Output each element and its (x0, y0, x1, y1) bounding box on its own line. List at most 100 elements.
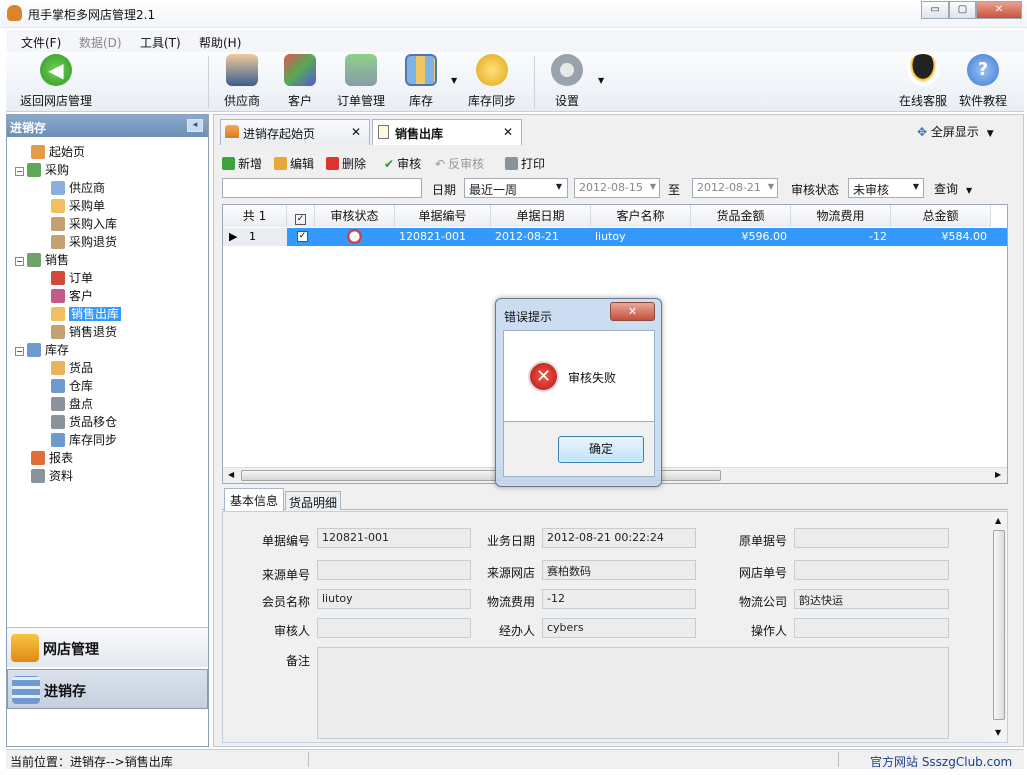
menu-tools[interactable]: 工具(T) (140, 34, 181, 51)
tab-start-page[interactable]: 进销存起始页 ✕ (220, 119, 370, 145)
grid-header-total[interactable]: 总金额 (891, 205, 991, 227)
member-field[interactable]: liutoy (317, 589, 471, 609)
docno-field[interactable]: 120821-001 (317, 528, 471, 548)
sidebar-item-data[interactable]: 资料 (31, 467, 73, 484)
logistics-field[interactable]: 韵达快运 (794, 589, 949, 609)
sidebar-item-stock[interactable]: − 库存 (15, 341, 69, 358)
sidebar-item-supplier[interactable]: 供应商 (51, 179, 105, 196)
query-button[interactable]: 查询 ▼ (934, 180, 972, 197)
sidebar-item-purchase-in[interactable]: 采购入库 (51, 215, 117, 232)
operator-field[interactable] (794, 618, 949, 638)
shopno-field[interactable] (794, 560, 949, 580)
tab-sales-out[interactable]: 销售出库 ✕ (372, 119, 522, 145)
tab-basic-info[interactable]: 基本信息 (224, 488, 284, 511)
maximize-button[interactable]: ▢ (949, 1, 976, 19)
date-to-field[interactable]: 2012-08-21 ▼ (692, 178, 778, 198)
sidebar-item-sales-out[interactable]: 销售出库 (51, 305, 122, 322)
origno-field[interactable] (794, 528, 949, 548)
freight-field[interactable]: -12 (542, 589, 696, 609)
handler-field[interactable]: cybers (542, 618, 696, 638)
stock-sync-button[interactable]: 库存同步 (464, 54, 520, 109)
remark-field[interactable] (317, 647, 949, 739)
stock-button[interactable]: 库存 (401, 54, 441, 109)
dialog-close-button[interactable]: ✕ (610, 302, 655, 321)
close-window-button[interactable]: ✕ (976, 1, 1022, 19)
grid-header-status[interactable]: 审核状态 (315, 205, 395, 227)
orders-button[interactable]: 订单管理 (334, 54, 388, 109)
grid-header-goods-amount[interactable]: 货品金额 (691, 205, 791, 227)
row-checkbox[interactable]: ✓ (297, 231, 308, 242)
sidebar-item-start[interactable]: 起始页 (31, 143, 85, 160)
date-from-field[interactable]: 2012-08-15 ▼ (574, 178, 660, 198)
sidebar-item-purchase[interactable]: − 采购 (15, 161, 69, 178)
print-button[interactable]: 打印 (505, 155, 545, 172)
close-tab-icon[interactable]: ✕ (503, 125, 513, 139)
sidebar-item-sales[interactable]: − 销售 (15, 251, 69, 268)
sidebar-item-goods-transfer[interactable]: 货品移仓 (51, 413, 117, 430)
scroll-right-icon[interactable]: ▶ (995, 470, 1001, 479)
delete-button[interactable]: 删除 (326, 155, 366, 172)
move-arrows-icon: ✥ (917, 125, 928, 139)
supplier-button[interactable]: 供应商 (220, 54, 264, 109)
stock-dropdown-arrow[interactable]: ▼ (451, 76, 457, 85)
customer-button[interactable]: 客户 (278, 54, 322, 109)
sidebar-item-customer[interactable]: 客户 (51, 287, 93, 304)
nav-shop-label: 网店管理 (43, 642, 99, 658)
edit-button[interactable]: 编辑 (274, 155, 314, 172)
sidebar-item-purchase-order[interactable]: 采购单 (51, 197, 105, 214)
tab-item-details[interactable]: 货品明细 (285, 491, 341, 510)
srcno-field[interactable] (317, 560, 471, 580)
auditor-field[interactable] (317, 618, 471, 638)
sidebar-item-warehouse[interactable]: 仓库 (51, 377, 93, 394)
scroll-up-icon[interactable]: ▲ (995, 516, 1001, 525)
menu-file[interactable]: 文件(F) (21, 34, 61, 51)
grid-header-docno[interactable]: 单据编号 (395, 205, 491, 227)
srcshop-field[interactable]: 赛柏数码 (542, 560, 696, 580)
sidebar-item-report[interactable]: 报表 (31, 449, 73, 466)
sidebar-item-stocktake[interactable]: 盘点 (51, 395, 93, 412)
settings-dropdown-arrow[interactable]: ▼ (598, 76, 604, 85)
minimize-button[interactable]: ▭ (921, 1, 949, 19)
approve-button[interactable]: ✔ 审核 (384, 155, 421, 172)
date-range-select[interactable]: 最近一周 ▼ (464, 178, 568, 198)
scroll-down-icon[interactable]: ▼ (995, 728, 1001, 737)
ok-button[interactable]: 确定 (558, 436, 644, 463)
bizdate-field[interactable]: 2012-08-21 00:22:24 (542, 528, 696, 548)
back-to-shop-button[interactable]: ◀ 返回网店管理 (16, 54, 96, 109)
unapprove-button[interactable]: ↶ 反审核 (435, 155, 484, 172)
grid-header-freight[interactable]: 物流费用 (791, 205, 891, 227)
collapse-toggle-icon[interactable]: − (15, 257, 24, 266)
scroll-thumb[interactable] (993, 530, 1005, 720)
fullscreen-toggle[interactable]: ✥ 全屏显示 ▼ (917, 123, 994, 140)
collapse-toggle-icon[interactable]: − (15, 347, 24, 356)
grid-header-select[interactable]: ✓ (287, 205, 315, 227)
grid-header-date[interactable]: 单据日期 (491, 205, 591, 227)
official-site-link[interactable]: 官方网站 SsszgClub.com (870, 753, 1012, 770)
add-button[interactable]: 新增 (222, 155, 262, 172)
operator-label: 操作人 (750, 624, 787, 638)
sidebar-item-stock-sync[interactable]: 库存同步 (51, 431, 117, 448)
menu-help[interactable]: 帮助(H) (199, 34, 241, 51)
status-select[interactable]: 未审核 ▼ (848, 178, 924, 198)
chevron-down-icon: ▼ (966, 186, 973, 195)
close-tab-icon[interactable]: ✕ (351, 125, 361, 139)
nav-shop-management[interactable]: 网店管理 (7, 627, 208, 667)
sidebar-item-order[interactable]: 订单 (51, 269, 93, 286)
scroll-left-icon[interactable]: ◀ (228, 470, 234, 479)
vertical-scrollbar[interactable]: ▲ ▼ (991, 512, 1007, 742)
nav-inventory[interactable]: 进销存 (7, 669, 208, 709)
sidebar-item-sales-return[interactable]: 销售退货 (51, 323, 117, 340)
sidebar-item-goods[interactable]: 货品 (51, 359, 93, 376)
grid-header-customer[interactable]: 客户名称 (591, 205, 691, 227)
collapse-toggle-icon[interactable]: − (15, 167, 24, 176)
date-label: 日期 (432, 183, 457, 197)
tutorial-button[interactable]: ? 软件教程 (956, 54, 1010, 109)
collapse-sidebar-button[interactable]: ◂ (187, 119, 203, 132)
sidebar-item-purchase-return[interactable]: 采购退货 (51, 233, 117, 250)
menu-data[interactable]: 数据(D) (79, 34, 122, 51)
settings-button[interactable]: 设置 (548, 54, 586, 109)
online-support-button[interactable]: 在线客服 (896, 54, 950, 109)
title-bar: 甩手掌柜多网店管理2.1 ▭ ▢ ✕ (0, 0, 1027, 28)
search-input[interactable] (222, 178, 422, 198)
return-icon (51, 325, 65, 339)
